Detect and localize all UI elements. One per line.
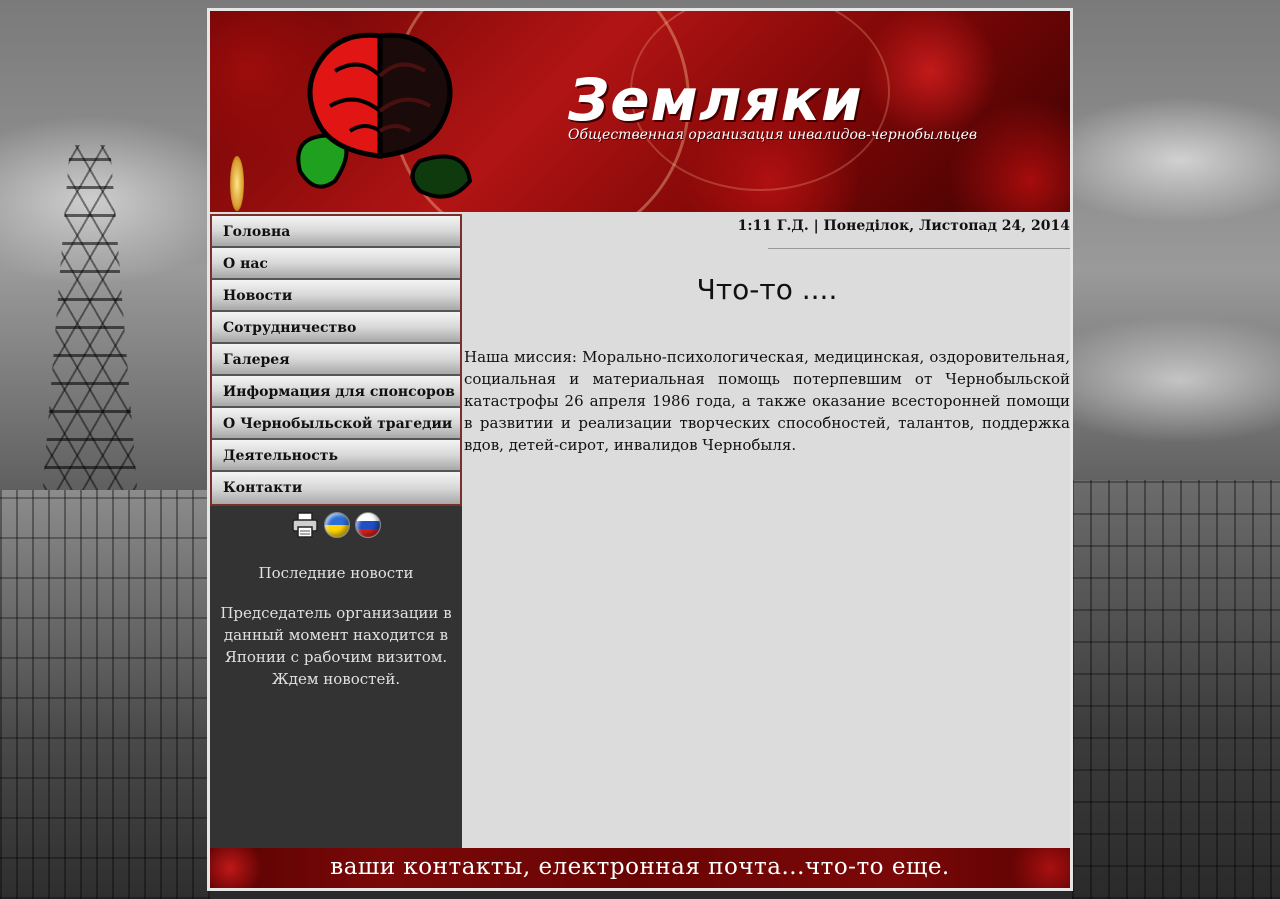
footer-banner: ваши контакты, електронная почта...что-т… (210, 848, 1070, 888)
background-building-left (0, 490, 210, 899)
menu-item-activity[interactable]: Деятельность (212, 440, 460, 472)
menu-item-cooperation[interactable]: Сотрудничество (212, 312, 460, 344)
main-menu: Головна О нас Новости Сотрудничество Гал… (210, 214, 462, 506)
menu-item-chernobyl[interactable]: О Чернобыльской трагедии (212, 408, 460, 440)
date-time: 1:11 Г.Д. | Понеділок, Листопад 24, 2014 (737, 218, 1070, 234)
sidebar: Головна О нас Новости Сотрудничество Гал… (210, 214, 462, 848)
page-title: Что-то .... (696, 273, 838, 306)
printer-icon[interactable] (291, 512, 319, 538)
menu-item-home[interactable]: Головна (212, 216, 460, 248)
menu-item-contacts[interactable]: Контакти (212, 472, 460, 504)
menu-item-about[interactable]: О нас (212, 248, 460, 280)
header-banner: Земляки Общественная организация инвалид… (210, 11, 1070, 212)
russia-flag-icon[interactable] (355, 512, 381, 538)
mission-text: Наша миссия: Морально-психологическая, м… (464, 348, 1070, 454)
menu-item-gallery[interactable]: Галерея (212, 344, 460, 376)
main-content: 1:11 Г.Д. | Понеділок, Листопад 24, 2014… (464, 214, 1070, 848)
menu-item-sponsors[interactable]: Информация для спонсоров (212, 376, 460, 408)
rose-logo-icon (296, 32, 473, 199)
site-logo-title: Земляки (568, 66, 863, 134)
page-frame: Земляки Общественная организация инвалид… (207, 8, 1073, 891)
site-logo-subtitle: Общественная организация инвалидов-черно… (568, 127, 978, 143)
background-building-right (1072, 480, 1280, 899)
candle-glow (230, 156, 244, 211)
latest-news-body: Председатель организации в данный момент… (220, 604, 452, 688)
menu-item-news[interactable]: Новости (212, 280, 460, 312)
divider (768, 248, 1070, 249)
ukraine-flag-icon[interactable] (324, 512, 350, 538)
latest-news-title: Последние новости (258, 564, 414, 582)
utility-icons (210, 512, 462, 540)
